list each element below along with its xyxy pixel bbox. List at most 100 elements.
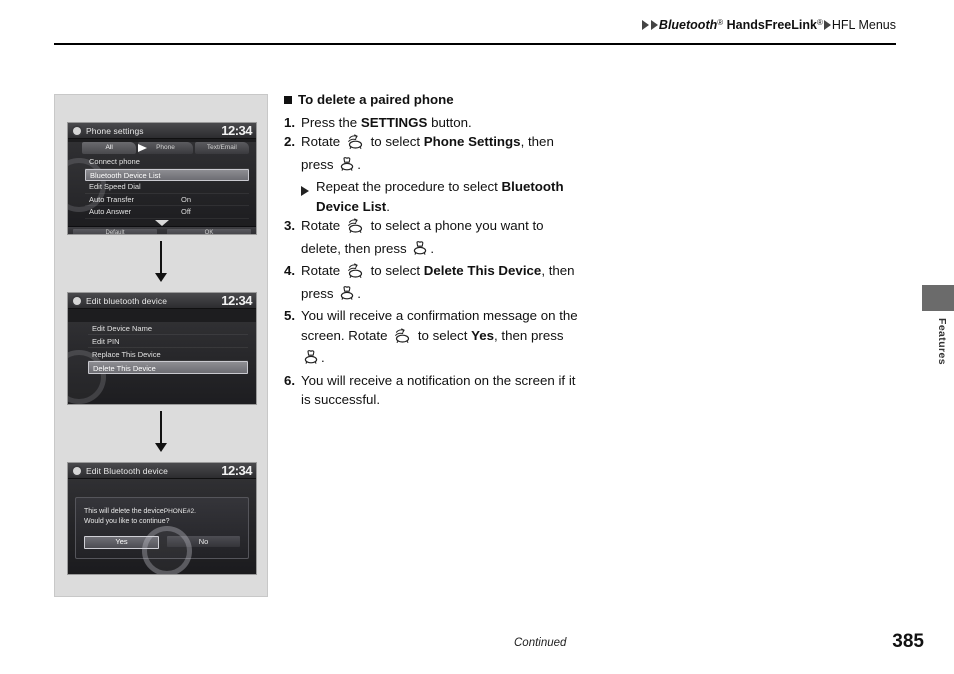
rotate-knob-icon bbox=[346, 263, 365, 284]
list-item-label: Bluetooth Device List bbox=[90, 170, 161, 180]
section-title-text: To delete a paired phone bbox=[298, 92, 454, 107]
rotate-knob-icon bbox=[393, 327, 412, 349]
step-text: Rotate bbox=[301, 218, 344, 233]
gear-icon bbox=[73, 466, 81, 475]
screen3-title-bar: Edit Bluetooth device 12:34 bbox=[68, 463, 256, 479]
rotate-knob-icon bbox=[346, 218, 365, 239]
tab-pointer-icon bbox=[138, 144, 147, 152]
bullet-square-icon bbox=[284, 96, 292, 104]
step-text: button. bbox=[427, 114, 472, 130]
step-body: Rotate to select Phone Settings, then pr… bbox=[301, 132, 584, 177]
nav-screen-phone-settings: Phone settings 12:34 All Phone Text/Emai… bbox=[67, 122, 257, 235]
screen2-list: Edit Device Name Edit PIN Replace This D… bbox=[88, 322, 248, 374]
substep-triangle-icon bbox=[301, 177, 316, 216]
screen1-soft-key-bar: Default OK bbox=[68, 226, 256, 234]
dialog-message-line1: This will delete the devicePHONE#2. bbox=[84, 507, 240, 517]
nav-screen-delete-confirmation: Edit Bluetooth device 12:34 This will de… bbox=[67, 462, 257, 575]
instruction-step-2: 2. Rotate to select Phone Settings, then … bbox=[284, 132, 584, 177]
screen1-title-bar: Phone settings 12:34 bbox=[68, 123, 256, 139]
list-item[interactable]: Replace This Device bbox=[88, 348, 248, 361]
flow-arrow-2-icon bbox=[155, 411, 167, 452]
step-text: . bbox=[386, 198, 390, 214]
step-text: Repeat the procedure to select bbox=[316, 179, 502, 194]
screen3-body: This will delete the devicePHONE#2. Woul… bbox=[68, 479, 256, 574]
emphasis-text: SETTINGS bbox=[360, 114, 428, 130]
instruction-step-3: 3. Rotate to select a phone you want to d… bbox=[284, 216, 584, 261]
screen1-body: All Phone Text/Email Connect phone Bluet… bbox=[68, 142, 256, 234]
step-body: Rotate to select Delete This Device, the… bbox=[301, 261, 584, 306]
list-item-value: On bbox=[181, 194, 192, 204]
list-item[interactable]: Edit Speed Dial bbox=[85, 181, 249, 194]
step-number: 1. bbox=[284, 114, 296, 130]
press-knob-icon bbox=[412, 240, 428, 262]
step-text: . bbox=[321, 350, 325, 365]
step-text: to select bbox=[414, 327, 472, 343]
rotate-knob-icon bbox=[346, 134, 365, 155]
emphasis-text: Yes bbox=[471, 327, 495, 343]
steps-container: 1. Press the SETTINGS button. 2. Rotate to … bbox=[284, 113, 584, 410]
instruction-substep-2: Repeat the procedure to select Bluetooth… bbox=[301, 177, 584, 216]
list-item-value: Off bbox=[181, 207, 191, 216]
instruction-step-6: 6. You will receive a notification on the… bbox=[284, 371, 584, 410]
list-item-label: Connect phone bbox=[89, 157, 140, 166]
breadcrumb-handsfreelink: HandsFreeLink bbox=[723, 18, 817, 32]
gear-icon bbox=[73, 296, 81, 305]
instruction-list: To delete a paired phone 1. Press the SET… bbox=[284, 90, 584, 410]
list-item-label: Auto Answer bbox=[89, 207, 132, 216]
dialog-message-text: This will delete the device bbox=[84, 508, 164, 515]
emphasis-text: Delete This Device bbox=[423, 263, 542, 278]
list-item[interactable]: Auto Transfer On bbox=[85, 194, 249, 206]
default-button[interactable]: Default bbox=[73, 228, 157, 234]
breadcrumb-bluetooth: Bluetooth bbox=[658, 18, 718, 32]
instruction-step-4: 4. Rotate to select Delete This Device, t… bbox=[284, 261, 584, 306]
step-text: Press the bbox=[301, 114, 361, 130]
gear-icon bbox=[73, 126, 81, 135]
step-text: Rotate bbox=[301, 263, 344, 278]
screen1-list: Connect phone Bluetooth Device List Edit… bbox=[85, 156, 249, 219]
step-text: . bbox=[430, 240, 435, 256]
screen2-title: Edit bluetooth device bbox=[86, 295, 168, 306]
list-item[interactable]: Edit Device Name bbox=[88, 322, 248, 335]
list-item-label: Auto Transfer bbox=[89, 194, 135, 204]
screen2-clock: 12:34 bbox=[221, 293, 252, 308]
list-item[interactable]: Connect phone bbox=[85, 156, 249, 169]
list-item-label: Replace This Device bbox=[92, 350, 161, 359]
tab-text-email[interactable]: Text/Email bbox=[194, 142, 249, 154]
step-text: to select bbox=[366, 263, 424, 278]
step-body: You will receive a notification on the s… bbox=[301, 371, 584, 410]
step-text: , then press bbox=[494, 327, 564, 343]
step-number: 6. bbox=[284, 372, 296, 388]
breadcrumb: Bluetooth® HandsFreeLink® HFL Menus bbox=[54, 18, 896, 32]
press-knob-icon bbox=[303, 350, 319, 371]
list-item[interactable]: Auto Answer Off bbox=[85, 206, 249, 219]
emphasis-text: Phone Settings bbox=[423, 134, 521, 149]
breadcrumb-hfl-menus: HFL Menus bbox=[831, 18, 896, 32]
screen3-clock: 12:34 bbox=[221, 463, 252, 478]
screen2-title-bar: Edit bluetooth device 12:34 bbox=[68, 293, 256, 309]
list-item[interactable]: Edit PIN bbox=[88, 335, 248, 348]
section-title: To delete a paired phone bbox=[284, 90, 584, 110]
confirmation-dialog: This will delete the devicePHONE#2. Woul… bbox=[75, 497, 249, 574]
step-body: You will receive a confirmation message … bbox=[301, 306, 584, 371]
step-text: . bbox=[357, 156, 361, 172]
list-item-label: Edit Device Name bbox=[92, 324, 153, 333]
list-item-selected[interactable]: Delete This Device bbox=[88, 361, 248, 374]
knob-graphic bbox=[142, 526, 192, 574]
flow-arrow-1-icon bbox=[155, 241, 167, 282]
step-number: 5. bbox=[284, 308, 296, 323]
tab-all[interactable]: All bbox=[82, 142, 137, 154]
step-text: Rotate bbox=[301, 134, 344, 149]
press-knob-icon bbox=[339, 156, 355, 178]
step-body: Rotate to select a phone you want to del… bbox=[301, 216, 584, 261]
screen2-body: Edit Device Name Edit PIN Replace This D… bbox=[68, 322, 256, 404]
continued-label: Continued bbox=[514, 637, 567, 649]
step-text: to select bbox=[366, 134, 424, 149]
ok-button[interactable]: OK bbox=[167, 228, 251, 234]
list-item-selected[interactable]: Bluetooth Device List bbox=[85, 168, 249, 181]
screen1-title: Phone settings bbox=[86, 125, 144, 136]
list-item-label: Edit Speed Dial bbox=[89, 182, 141, 191]
breadcrumb-triangle-icon bbox=[641, 20, 649, 30]
header-divider bbox=[54, 43, 896, 45]
step-body: Press the SETTINGS button. bbox=[301, 113, 584, 133]
step-number: 3. bbox=[284, 218, 296, 233]
